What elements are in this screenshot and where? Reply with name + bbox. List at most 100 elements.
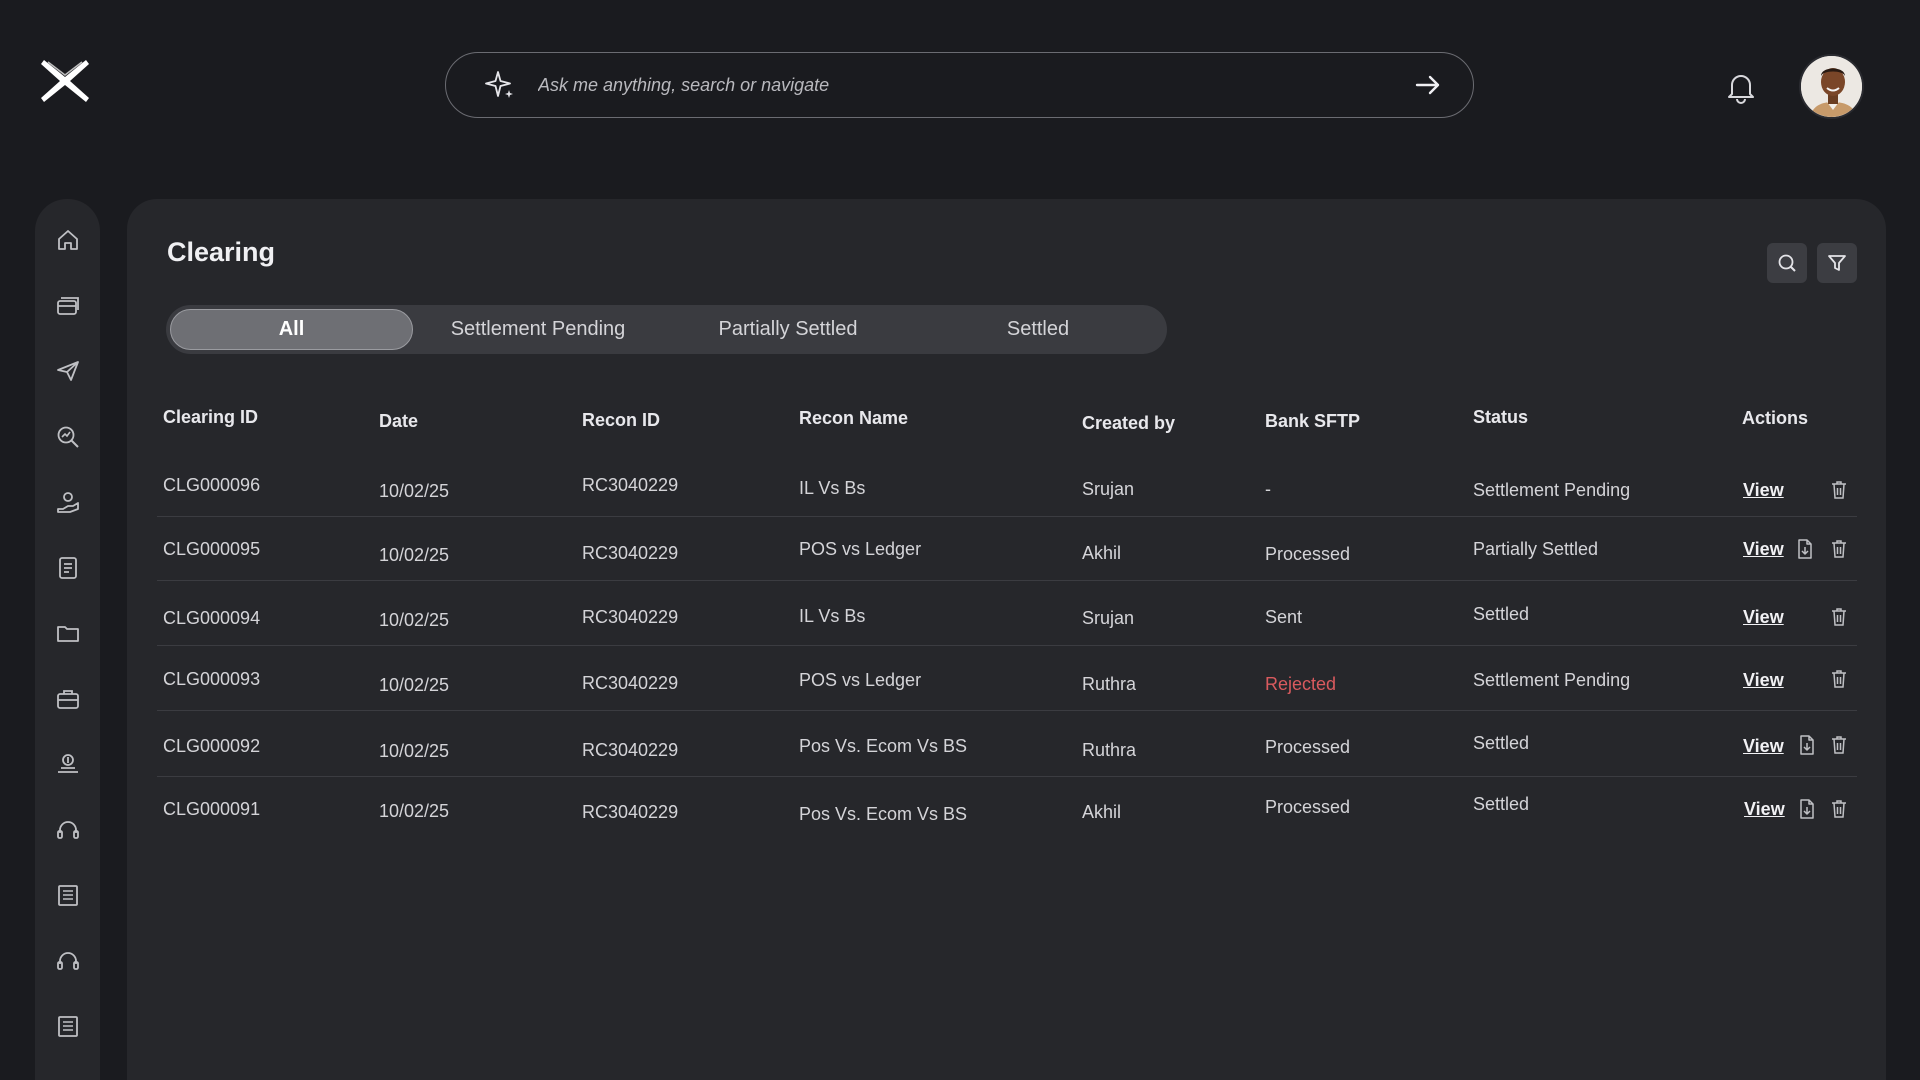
view-link[interactable]: View (1743, 480, 1784, 501)
date-cell: 10/02/25 (379, 545, 450, 565)
table-row: CLG000094 10/02/25 RC3040229 IL Vs Bs Sr… (157, 582, 1857, 646)
sidebar-item-support[interactable] (51, 944, 85, 978)
view-link[interactable]: View (1743, 670, 1784, 691)
page-title: Clearing (167, 237, 276, 267)
created-by-cell: Ruthra (1082, 674, 1137, 694)
recon-id-cell: RC3040229 (582, 740, 679, 760)
view-link[interactable]: View (1743, 607, 1784, 628)
column-header-status[interactable]: Status (1473, 407, 1528, 428)
bank-sftp-cell: Sent (1265, 607, 1303, 627)
tab-partially-settled[interactable]: Partially Settled (663, 309, 913, 350)
bank-sftp-cell: Processed (1265, 797, 1351, 817)
recon-name-cell: Pos Vs. Ecom Vs BS (799, 736, 968, 756)
recon-name-cell: POS vs Ledger (799, 670, 922, 690)
sidebar-item-send[interactable] (51, 354, 85, 388)
view-link[interactable]: View (1744, 799, 1785, 820)
recon-name-cell: IL Vs Bs (799, 606, 866, 626)
sidebar-item-briefcase[interactable] (51, 682, 85, 716)
sidebar-item-money[interactable] (51, 485, 85, 519)
recon-name-cell: POS vs Ledger (799, 539, 922, 559)
file-icon[interactable] (1797, 734, 1817, 756)
support-icon (56, 951, 79, 970)
trash-icon[interactable] (1829, 668, 1849, 690)
sidebar-item-ledger-2[interactable] (51, 1009, 85, 1043)
recon-id-cell: RC3040229 (582, 475, 679, 495)
date-cell: 10/02/25 (379, 675, 450, 695)
column-header-recon-name[interactable]: Recon Name (799, 408, 908, 429)
table-header: Clearing ID Date Recon ID Recon Name Cre… (127, 399, 1886, 439)
column-header-created-by[interactable]: Created by (1082, 413, 1175, 434)
table-row: CLG000095 10/02/25 RC3040229 POS vs Ledg… (157, 517, 1857, 581)
date-cell: 10/02/25 (379, 741, 450, 761)
table-row: CLG000096 10/02/25 RC3040229 IL Vs Bs Sr… (157, 453, 1857, 517)
sidebar-item-home[interactable] (51, 223, 85, 257)
sparkle-icon (485, 71, 513, 98)
folder-icon (56, 626, 79, 642)
trash-icon[interactable] (1829, 798, 1849, 820)
status-cell: Partially Settled (1473, 539, 1599, 559)
briefcase-icon (56, 689, 79, 709)
table-row: CLG000092 10/02/25 RC3040229 Pos Vs. Eco… (157, 713, 1857, 777)
filter-icon (1828, 255, 1846, 271)
trash-icon[interactable] (1829, 538, 1849, 560)
table-row: CLG000091 10/02/25 RC3040229 Pos Vs. Eco… (157, 777, 1857, 841)
report-icon (58, 556, 77, 579)
clearing-id-cell: CLG000091 (163, 799, 261, 819)
arrow-right-icon[interactable] (1413, 70, 1443, 100)
sidebar-item-reports[interactable] (51, 551, 85, 585)
column-header-clearing-id[interactable]: Clearing ID (163, 407, 258, 428)
sidebar-item-cards[interactable] (51, 289, 85, 323)
clearing-id-cell: CLG000094 (163, 608, 261, 628)
created-by-cell: Akhil (1082, 543, 1122, 563)
money-hand-icon (56, 492, 79, 513)
table-row: CLG000093 10/02/25 RC3040229 POS vs Ledg… (157, 647, 1857, 711)
created-by-cell: Srujan (1082, 479, 1135, 499)
clearing-id-cell: CLG000093 (163, 669, 261, 689)
send-icon (56, 361, 79, 381)
trash-icon[interactable] (1829, 734, 1849, 756)
column-header-actions: Actions (1742, 408, 1809, 428)
file-icon[interactable] (1795, 538, 1815, 560)
sidebar-item-folder[interactable] (51, 616, 85, 650)
trash-icon[interactable] (1829, 479, 1849, 501)
search-analytics-icon (57, 426, 79, 448)
trash-icon[interactable] (1829, 606, 1849, 628)
ai-search-bar[interactable] (445, 52, 1474, 118)
tab-settlement-pending[interactable]: Settlement Pending (413, 309, 663, 350)
home-icon (57, 230, 78, 250)
column-header-recon-id[interactable]: Recon ID (582, 410, 660, 431)
sidebar-item-ledger[interactable] (51, 878, 85, 912)
status-cell: Settled (1473, 733, 1530, 753)
status-cell: Settlement Pending (1473, 480, 1631, 500)
status-cell: Settlement Pending (1473, 670, 1631, 690)
ledger-icon (57, 885, 78, 906)
column-header-date[interactable]: Date (379, 411, 418, 432)
view-link[interactable]: View (1743, 539, 1784, 560)
created-by-cell: Akhil (1082, 802, 1122, 822)
user-avatar[interactable] (1799, 54, 1864, 119)
recon-name-cell: Pos Vs. Ecom Vs BS (799, 804, 968, 824)
recon-id-cell: RC3040229 (582, 673, 679, 693)
recon-id-cell: RC3040229 (582, 607, 679, 627)
date-cell: 10/02/25 (379, 481, 450, 501)
search-input[interactable] (538, 74, 1413, 96)
sidebar (35, 199, 100, 1080)
bank-sftp-cell: Processed (1265, 544, 1351, 564)
sidebar-item-headset[interactable] (51, 813, 85, 847)
tab-all[interactable]: All (170, 309, 413, 350)
tab-settled[interactable]: Settled (913, 309, 1163, 350)
file-icon[interactable] (1797, 798, 1817, 820)
table-search-button[interactable] (1767, 243, 1807, 283)
clearing-id-cell: CLG000092 (163, 736, 261, 756)
bell-icon[interactable] (1726, 70, 1756, 104)
x-logo-icon[interactable] (38, 56, 92, 106)
search-icon (1778, 254, 1796, 272)
bank-sftp-cell: Processed (1265, 737, 1351, 757)
column-header-bank-sftp[interactable]: Bank SFTP (1265, 411, 1360, 432)
sidebar-item-search-analytics[interactable] (51, 420, 85, 454)
sidebar-item-finance[interactable] (51, 747, 85, 781)
filter-button[interactable] (1817, 243, 1857, 283)
view-link[interactable]: View (1743, 736, 1784, 757)
status-cell: Settled (1473, 794, 1530, 814)
recon-id-cell: RC3040229 (582, 543, 679, 563)
